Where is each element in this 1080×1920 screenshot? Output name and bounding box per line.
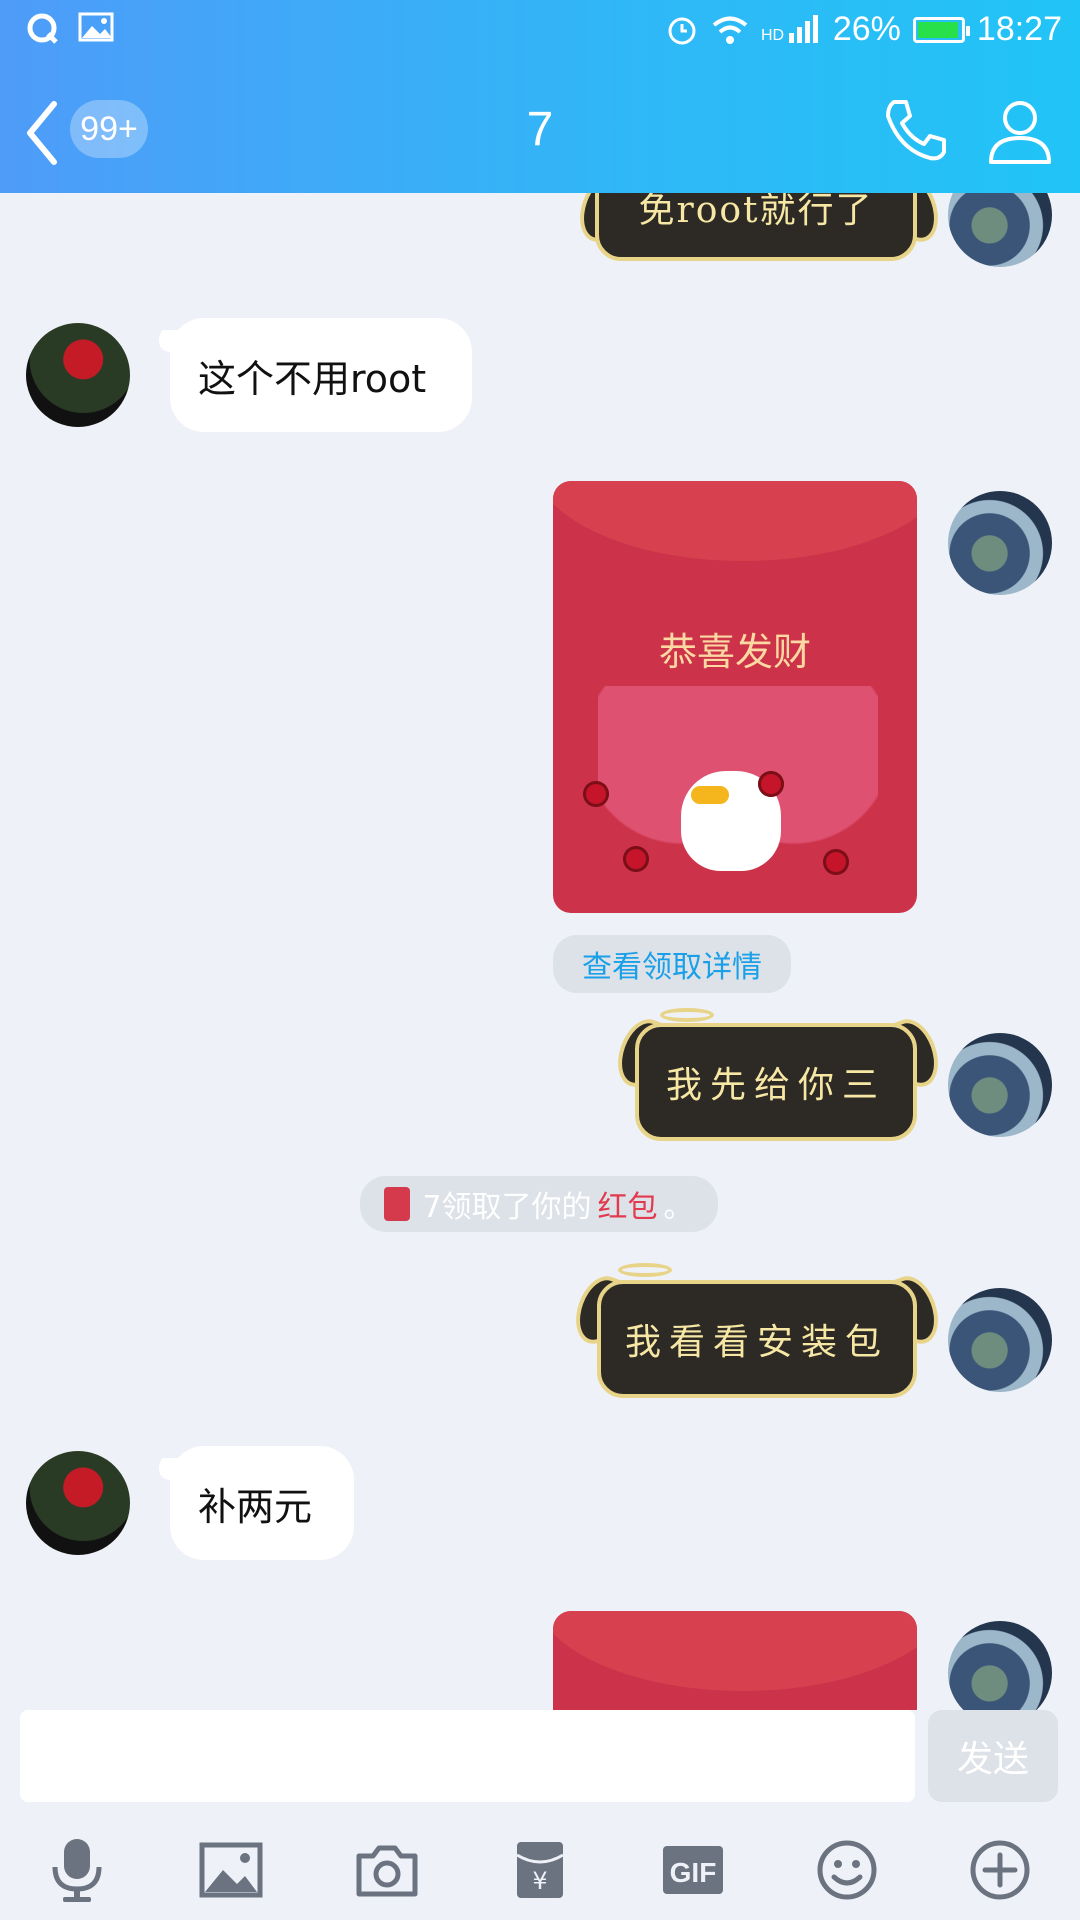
my-avatar[interactable] bbox=[948, 1033, 1052, 1137]
status-bar: HD 26% 18:27 bbox=[0, 0, 1080, 62]
signal-icon: HD bbox=[761, 14, 818, 44]
my-avatar[interactable] bbox=[948, 491, 1052, 595]
clock: 18:27 bbox=[976, 10, 1062, 48]
camera-icon bbox=[356, 1845, 418, 1897]
qq-icon bbox=[27, 13, 58, 44]
profile-button[interactable] bbox=[985, 96, 1055, 166]
gif-button[interactable]: GIF bbox=[658, 1835, 728, 1905]
emoji-button[interactable] bbox=[812, 1835, 882, 1905]
gallery-button[interactable] bbox=[196, 1835, 266, 1905]
image-icon bbox=[199, 1842, 263, 1898]
alarm-icon bbox=[668, 17, 696, 44]
duck-beak bbox=[691, 786, 729, 804]
header-bar: HD 26% 18:27 99+ 7 bbox=[0, 0, 1080, 193]
rose-decoration bbox=[758, 771, 784, 797]
message-bubble[interactable]: 补两元 bbox=[170, 1446, 354, 1560]
rose-decoration bbox=[583, 781, 609, 807]
message-input[interactable] bbox=[20, 1710, 915, 1802]
rose-decoration bbox=[823, 849, 849, 875]
composer-toolbar: ¥ GIF bbox=[0, 1815, 1080, 1920]
nav-bar: 99+ 7 bbox=[0, 80, 1080, 180]
my-avatar[interactable] bbox=[948, 1288, 1052, 1392]
svg-text:HD: HD bbox=[761, 27, 784, 44]
message-text: 我先给你三 bbox=[665, 1065, 886, 1106]
red-packet-icon: ¥ bbox=[516, 1842, 564, 1898]
red-packet-button[interactable]: ¥ bbox=[505, 1835, 575, 1905]
red-packet-card[interactable]: 恭喜发财 bbox=[553, 481, 917, 913]
voice-button[interactable] bbox=[42, 1835, 112, 1905]
friend-avatar[interactable] bbox=[26, 323, 130, 427]
message-text: 补两元 bbox=[198, 1484, 313, 1529]
red-packet-wish: 恭喜发财 bbox=[658, 630, 811, 674]
rose-decoration bbox=[623, 846, 649, 872]
more-button[interactable] bbox=[965, 1835, 1035, 1905]
gif-icon: GIF bbox=[663, 1846, 723, 1894]
plus-icon bbox=[970, 1840, 1030, 1900]
user-icon bbox=[989, 101, 1051, 164]
view-claim-details-link[interactable]: 查看领取详情 bbox=[553, 935, 791, 993]
send-button[interactable]: 发送 bbox=[928, 1710, 1058, 1802]
message-text: 我看看安装包 bbox=[624, 1322, 889, 1363]
message-bubble[interactable]: 我先给你三 bbox=[635, 1023, 917, 1141]
message-bubble[interactable]: 免root就行了 bbox=[595, 193, 917, 261]
message-bubble[interactable]: 这个不用root bbox=[170, 318, 472, 432]
phone-icon bbox=[886, 100, 946, 161]
red-packet-icon bbox=[384, 1187, 411, 1221]
mic-icon bbox=[52, 1839, 102, 1902]
battery-percent: 26% bbox=[832, 10, 901, 48]
notice-text: 7领取了你的 bbox=[422, 1190, 592, 1225]
message-bubble[interactable]: 我看看安装包 bbox=[597, 1280, 917, 1398]
system-notice: 7领取了你的 红包。 bbox=[360, 1176, 718, 1232]
input-bar: 发送 bbox=[0, 1710, 1080, 1820]
message-text: 这个不用root bbox=[198, 356, 427, 401]
svg-text:¥: ¥ bbox=[532, 1867, 547, 1895]
camera-button[interactable] bbox=[352, 1835, 422, 1905]
notice-highlight[interactable]: 红包 bbox=[598, 1182, 658, 1226]
friend-avatar[interactable] bbox=[26, 1451, 130, 1555]
svg-text:GIF: GIF bbox=[670, 1857, 717, 1888]
red-packet-card[interactable] bbox=[553, 1611, 917, 1710]
gallery-status-icon bbox=[78, 12, 114, 42]
message-list[interactable]: 免root就行了 这个不用root 恭喜发财 查看领取详情 我先给你三 7领取了… bbox=[0, 193, 1080, 1710]
message-text: 免root就行了 bbox=[638, 193, 874, 231]
call-button[interactable] bbox=[880, 96, 950, 166]
wifi-icon bbox=[712, 16, 748, 44]
battery-icon bbox=[912, 16, 970, 43]
notice-suffix: 。 bbox=[663, 1190, 694, 1225]
my-avatar[interactable] bbox=[948, 193, 1052, 267]
my-avatar[interactable] bbox=[948, 1621, 1052, 1710]
red-packet-flap bbox=[553, 1611, 917, 1691]
bubble-halo bbox=[618, 1263, 672, 1277]
bubble-halo bbox=[660, 1008, 714, 1022]
red-packet-flap bbox=[553, 481, 917, 561]
emoji-icon bbox=[817, 1840, 877, 1900]
